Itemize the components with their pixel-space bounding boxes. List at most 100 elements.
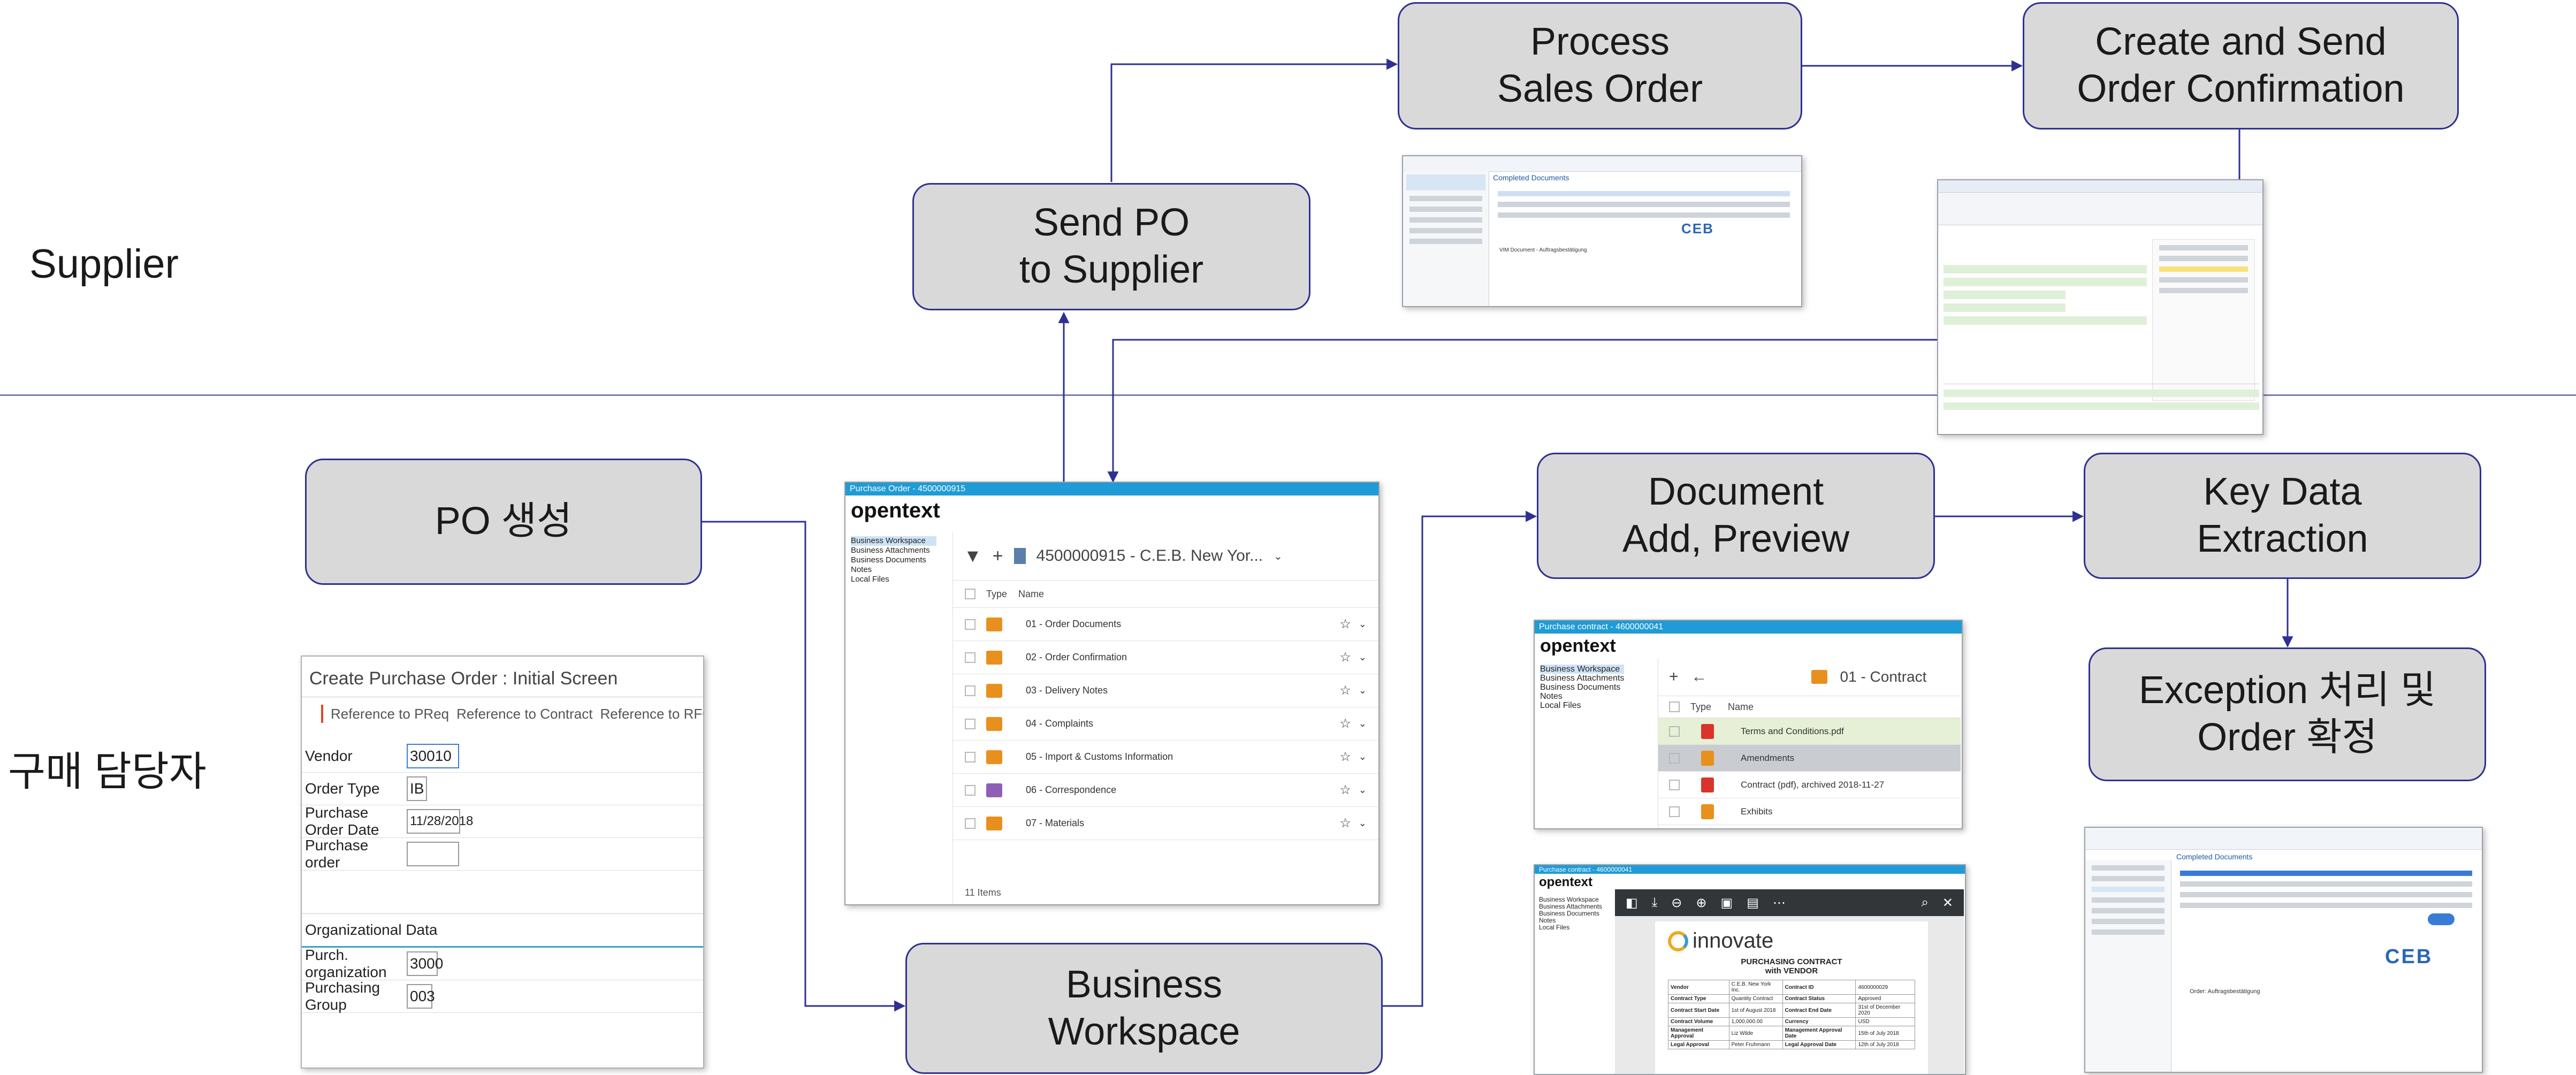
search-icon[interactable]: ⌕ xyxy=(1921,895,1928,910)
sidebar-toggle-icon[interactable]: ◧ xyxy=(1626,895,1638,911)
so-table-lines xyxy=(1491,186,1796,223)
fit-icon[interactable]: ▣ xyxy=(1721,895,1733,911)
star-icon[interactable]: ☆ xyxy=(1339,650,1351,665)
chevron-down-icon[interactable]: ⌄ xyxy=(1359,619,1367,630)
purchase-order-input[interactable] xyxy=(407,842,459,866)
chevron-down-icon[interactable]: ⌄ xyxy=(1359,652,1367,663)
po-date-input[interactable]: 11/28/2018 xyxy=(407,809,473,834)
tree-item[interactable]: Business Workspace xyxy=(1540,665,1625,674)
workspace-folder-row[interactable]: 03 - Delivery Notes ☆ ⌄ xyxy=(953,674,1378,707)
sap-tool-icon[interactable] xyxy=(321,705,323,723)
ref-rfq-button[interactable]: Reference to RFQ xyxy=(600,706,704,722)
star-icon[interactable]: ☆ xyxy=(1339,815,1351,831)
contract-file-row[interactable]: Terms and Conditions.pdf xyxy=(1658,718,1961,745)
add-icon[interactable]: + xyxy=(993,546,1003,567)
purch-group-input[interactable]: 003 xyxy=(407,984,435,1009)
pdf-preview-screenshot: Purchase contract - 4600000041 opentext … xyxy=(1534,864,1966,1075)
chevron-down-icon[interactable]: ⌄ xyxy=(1274,550,1283,563)
ex-ceb-logo: CEB xyxy=(2385,946,2433,968)
workspace-folder-row[interactable]: 04 - Complaints ☆ ⌄ xyxy=(953,707,1378,741)
folder-name: 03 - Delivery Notes xyxy=(1026,685,1108,696)
star-icon[interactable]: ☆ xyxy=(1339,683,1351,698)
tree-item[interactable]: Business Attachments xyxy=(1540,674,1624,683)
org-section-title: Organizational Data xyxy=(302,914,703,948)
order-type-input[interactable]: IB xyxy=(407,776,427,801)
row-checkbox[interactable] xyxy=(965,619,975,630)
contract-doc-cell: 1,000,000.00 xyxy=(1728,1017,1783,1026)
vendor-input[interactable]: 30010 xyxy=(407,744,459,768)
add-icon[interactable]: + xyxy=(1669,668,1679,686)
tree-item[interactable]: Notes xyxy=(1540,692,1624,701)
contract-doc-cell: 4600000029 xyxy=(1855,980,1915,995)
print-icon[interactable]: ▤ xyxy=(1747,895,1759,911)
file-name: Exhibits xyxy=(1741,806,1773,817)
ref-preq-button[interactable]: Reference to PReq xyxy=(331,706,449,722)
sap-create-po-screenshot: Create Purchase Order : Initial Screen R… xyxy=(301,655,704,1069)
row-checkbox[interactable] xyxy=(965,818,975,829)
pdf-toolbar: ◧ ⤓ ⊖ ⊕ ▣ ▤ ⋯ ⌕ ✕ xyxy=(1615,889,1964,916)
so-selected-item[interactable] xyxy=(1406,174,1485,190)
chevron-down-icon[interactable]: ⌄ xyxy=(1359,818,1367,829)
col-name[interactable]: Name xyxy=(1018,589,1044,600)
row-checkbox[interactable] xyxy=(1669,779,1680,790)
close-icon[interactable]: ✕ xyxy=(1942,895,1953,911)
workspace-header-row: Type Name xyxy=(953,581,1378,608)
tree-item[interactable]: Business Attachments xyxy=(851,546,936,555)
select-all-checkbox[interactable] xyxy=(1669,702,1680,712)
contract-doc-cell: Quantity Contract xyxy=(1728,994,1783,1003)
tree-item[interactable]: Local Files xyxy=(1539,924,1602,931)
star-icon[interactable]: ☆ xyxy=(1339,749,1351,765)
workspace-folder-row[interactable]: 07 - Materials ☆ ⌄ xyxy=(953,807,1378,840)
ex-heading: Completed Documents xyxy=(2176,852,2253,861)
chevron-down-icon[interactable]: ⌄ xyxy=(1359,784,1367,796)
contract-file-row[interactable]: Exhibits xyxy=(1658,798,1961,825)
row-checkbox[interactable] xyxy=(965,718,975,729)
tree-item[interactable]: Local Files xyxy=(1540,701,1624,710)
tree-item[interactable]: Business Workspace xyxy=(851,536,936,546)
row-checkbox[interactable] xyxy=(965,685,975,696)
workspace-folder-row[interactable]: 01 - Order Documents ☆ ⌄ xyxy=(953,608,1378,641)
back-arrow-icon[interactable]: ← xyxy=(1691,668,1708,686)
select-all-checkbox[interactable] xyxy=(965,589,975,599)
workspace-folder-row[interactable]: 05 - Import & Customs Information ☆ ⌄ xyxy=(953,741,1378,774)
row-checkbox[interactable] xyxy=(1669,752,1680,764)
chevron-down-icon[interactable]: ⌄ xyxy=(1359,718,1367,729)
chevron-down-icon[interactable]: ⌄ xyxy=(1359,751,1367,763)
ex-action-button[interactable] xyxy=(2428,913,2455,925)
tree-item[interactable]: Local Files xyxy=(851,575,936,584)
star-icon[interactable]: ☆ xyxy=(1339,716,1351,731)
contract-file-row[interactable]: Contract (pdf), archived 2018-11-27 xyxy=(1658,772,1961,798)
contract-doc-cell: Currency xyxy=(1782,1017,1856,1026)
tree-item[interactable]: Business Documents xyxy=(1540,683,1624,692)
filter-icon[interactable]: ▼ xyxy=(964,546,982,567)
workspace-breadcrumb[interactable]: 4500000915 - C.E.B. New Yor... xyxy=(1037,547,1263,565)
so-left-pane xyxy=(1403,171,1489,306)
star-icon[interactable]: ☆ xyxy=(1339,616,1351,632)
workspace-folder-row[interactable]: 06 - Correspondence ☆ ⌄ xyxy=(953,774,1378,807)
folder-icon xyxy=(986,750,1002,764)
tree-item[interactable]: Notes xyxy=(851,565,936,575)
row-checkbox[interactable] xyxy=(1669,806,1680,817)
step-business-workspace: Business Workspace xyxy=(905,943,1383,1074)
row-checkbox[interactable] xyxy=(965,751,975,763)
contract-doc-cell: Contract Volume xyxy=(1668,1017,1729,1026)
conf-form xyxy=(1944,261,2147,329)
chevron-down-icon[interactable]: ⌄ xyxy=(1359,685,1367,696)
col-name[interactable]: Name xyxy=(1728,702,1754,713)
row-checkbox[interactable] xyxy=(965,652,975,663)
more-icon[interactable]: ⋯ xyxy=(1773,895,1786,911)
contract-file-row[interactable]: Amendments xyxy=(1658,745,1961,772)
download-icon[interactable]: ⤓ xyxy=(1652,895,1658,910)
ref-contract-button[interactable]: Reference to Contract xyxy=(456,706,592,722)
contract-folder-label[interactable]: 01 - Contract xyxy=(1840,668,1927,685)
row-checkbox[interactable] xyxy=(965,784,975,796)
contract-doc-cell: Peter Fruhmann xyxy=(1728,1040,1783,1049)
zoom-in-icon[interactable]: ⊕ xyxy=(1696,895,1706,911)
workspace-folder-row[interactable]: 02 - Order Confirmation ☆ ⌄ xyxy=(953,641,1378,674)
purch-org-input[interactable]: 3000 xyxy=(407,951,443,976)
tree-item[interactable]: Business Documents xyxy=(851,555,936,565)
step-process-sales-order-line2: Sales Order xyxy=(1497,67,1703,110)
zoom-out-icon[interactable]: ⊖ xyxy=(1671,895,1682,911)
star-icon[interactable]: ☆ xyxy=(1339,782,1351,798)
row-checkbox[interactable] xyxy=(1669,726,1680,737)
